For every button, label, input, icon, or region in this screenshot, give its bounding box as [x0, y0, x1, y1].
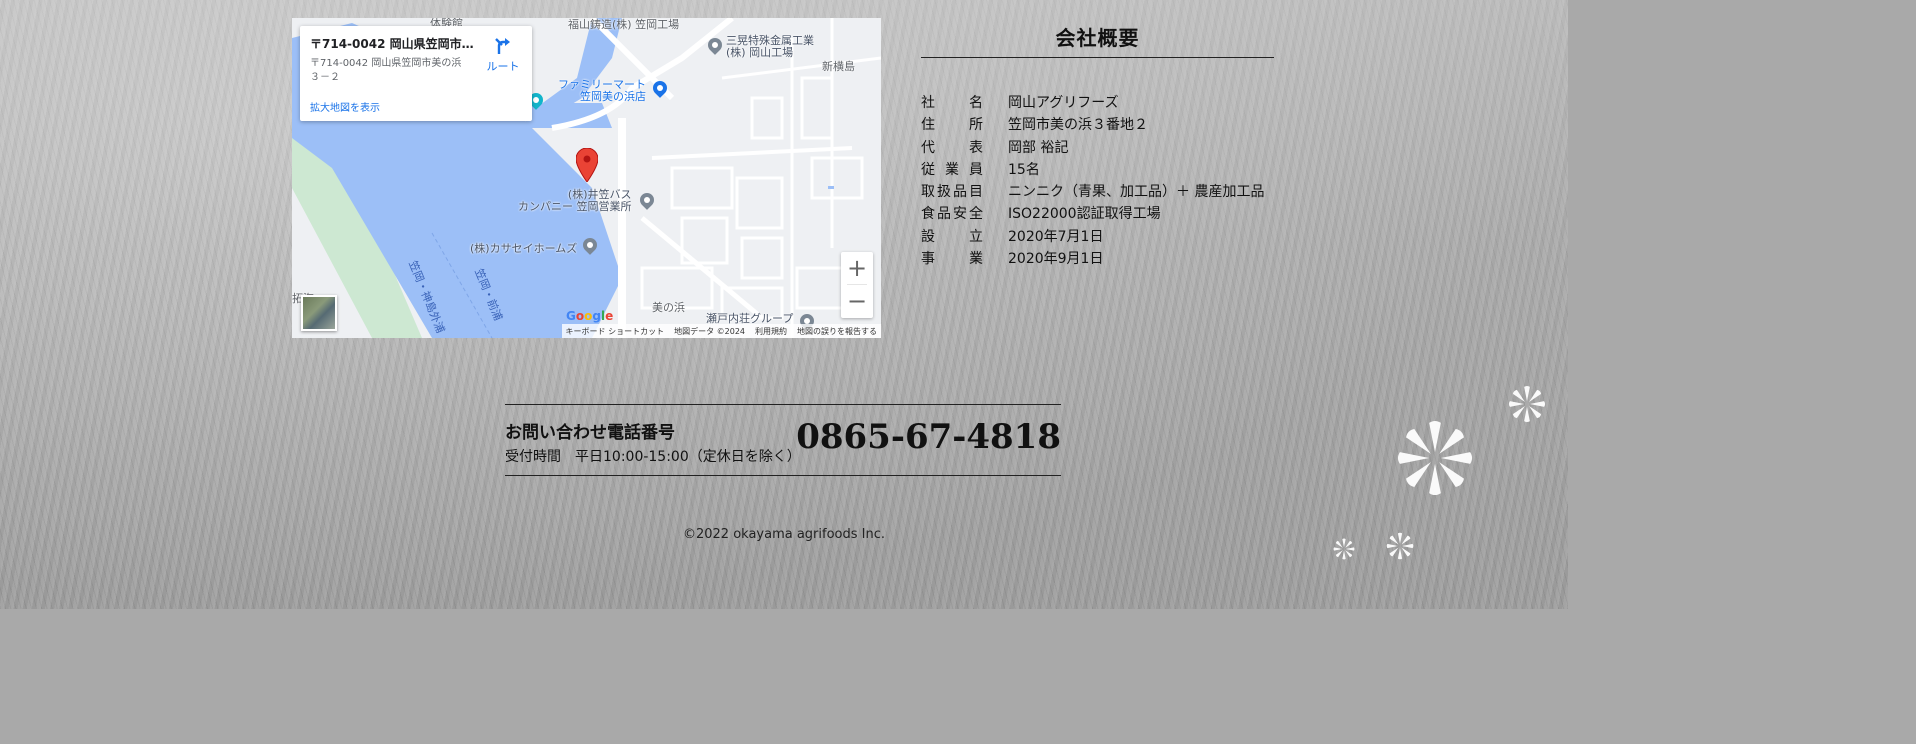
- company-info-list: 社 名 岡山アグリフーズ 住 所 笠岡市美の浜３番地２ 代 表 岡部 裕記 従 業 員…: [921, 92, 1274, 270]
- company-overview-title: 会社概要: [921, 18, 1274, 58]
- location-marker-icon[interactable]: [576, 148, 598, 182]
- map-label: (株)カサセイホームズ: [470, 242, 578, 255]
- company-row: 事 業 2020年9月1日: [921, 248, 1274, 270]
- company-overview: 会社概要 社 名 岡山アグリフーズ 住 所 笠岡市美の浜３番地２ 代 表 岡部 裕記 …: [921, 18, 1274, 270]
- row-key: 設 立: [921, 228, 983, 245]
- company-row: 住 所 笠岡市美の浜３番地２: [921, 114, 1274, 136]
- row-value: ニンニク（青果、加工品）＋ 農産加工品: [1008, 184, 1265, 201]
- zoom-in-button[interactable]: +: [841, 252, 873, 284]
- larger-map-link[interactable]: 拡大地図を表示: [310, 99, 380, 114]
- contact-section: お問い合わせ電話番号 受付時間 平日10:00-15:00（定休日を除く） 08…: [505, 404, 1061, 476]
- row-value: 2020年9月1日: [1008, 251, 1104, 268]
- google-map[interactable]: 体験館 福山鋳造(株) 笠岡工場 三晃特殊金属工業 (株) 岡山工場 新横島 フ…: [292, 18, 881, 338]
- map-footer: キーボード ショートカット 地図データ ©2024 利用規約 地図の誤りを報告す…: [561, 324, 881, 338]
- zoom-out-button[interactable]: −: [841, 285, 873, 317]
- map-info-card: 〒714-0042 岡山県笠岡市美の… 〒714-0042 岡山県笠岡市美の浜３…: [300, 26, 532, 121]
- contact-heading: お問い合わせ電話番号: [505, 423, 675, 443]
- route-button[interactable]: ルート: [486, 36, 520, 74]
- company-row: 設 立 2020年7月1日: [921, 226, 1274, 248]
- row-value: 笠岡市美の浜３番地２: [1008, 117, 1148, 134]
- row-value: 2020年7月1日: [1008, 228, 1104, 245]
- row-key: 住 所: [921, 117, 983, 134]
- keyboard-shortcuts-link[interactable]: キーボード ショートカット: [566, 326, 665, 337]
- place-title: 〒714-0042 岡山県笠岡市美の…: [310, 37, 478, 51]
- terms-link[interactable]: 利用規約: [755, 326, 787, 337]
- route-label: ルート: [486, 60, 520, 73]
- company-row: 社 名 岡山アグリフーズ: [921, 92, 1274, 114]
- flower-deco-icon: [1386, 532, 1414, 560]
- row-key: 従 業 員: [921, 161, 983, 178]
- row-key: 事 業: [921, 251, 983, 268]
- phone-number[interactable]: 0865-67-4818: [796, 417, 1061, 457]
- flower-deco-icon: [1397, 420, 1473, 496]
- flower-deco-icon: [1333, 538, 1355, 560]
- row-key: 代 表: [921, 139, 983, 156]
- place-address: 〒714-0042 岡山県笠岡市美の浜３－２: [310, 58, 462, 83]
- map-label: (株)井笠バス カンパニー 笠岡営業所: [518, 188, 632, 213]
- zoom-control: + −: [841, 252, 873, 318]
- company-row: 食品安全 ISO22000認証取得工場: [921, 203, 1274, 225]
- map-label: 三晃特殊金属工業 (株) 岡山工場: [726, 34, 814, 59]
- directions-icon: [495, 38, 510, 54]
- map-label: 美の浜: [652, 301, 685, 314]
- company-row: 代 表 岡部 裕記: [921, 137, 1274, 159]
- report-error-link[interactable]: 地図の誤りを報告する: [797, 326, 877, 337]
- row-key: 食品安全: [921, 206, 983, 223]
- contact-hours: 受付時間 平日10:00-15:00（定休日を除く）: [505, 449, 801, 465]
- map-label: ファミリーマート 笠岡美の浜店: [558, 78, 646, 103]
- row-value: 岡山アグリフーズ: [1008, 95, 1119, 111]
- company-row: 従 業 員 15名: [921, 159, 1274, 181]
- row-value: ISO22000認証取得工場: [1008, 206, 1161, 223]
- map-label: 福山鋳造(株) 笠岡工場: [568, 18, 680, 31]
- map-label: 新横島: [822, 60, 855, 73]
- flower-deco-icon: [1508, 385, 1546, 423]
- row-key: 取扱品目: [921, 184, 983, 201]
- google-logo: Google: [566, 309, 614, 323]
- row-key: 社 名: [921, 95, 983, 111]
- company-row: 取扱品目 ニンニク（青果、加工品）＋ 農産加工品: [921, 181, 1274, 203]
- row-value: 15名: [1008, 161, 1040, 178]
- row-value: 岡部 裕記: [1008, 139, 1069, 156]
- map-data-text: 地図データ ©2024: [674, 326, 745, 336]
- satellite-toggle-button[interactable]: [301, 295, 337, 331]
